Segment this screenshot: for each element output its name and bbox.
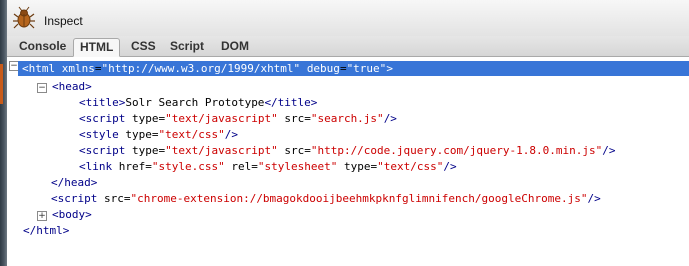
attr-value: "http://www.w3.org/1999/xhtml" — [101, 62, 301, 75]
tab-html[interactable]: HTML — [73, 38, 121, 57]
tag-name: html — [28, 62, 56, 75]
inspect-button[interactable]: Inspect — [44, 14, 83, 28]
desktop-edge — [0, 0, 7, 266]
title-text: Solr Search Prototype — [125, 96, 265, 109]
expand-body-toggle-icon[interactable]: + — [37, 211, 47, 221]
tab-console[interactable]: Console — [13, 38, 72, 55]
tree-node-title[interactable]: <title>Solr Search Prototype</title> — [79, 95, 317, 110]
tree-node-script-jquery[interactable]: <script type="text/javascript" src="http… — [79, 143, 615, 158]
tab-css[interactable]: CSS — [125, 38, 162, 55]
tab-dom[interactable]: DOM — [215, 38, 255, 55]
tree-node-body[interactable]: <body> — [52, 207, 92, 222]
attr-value: "true" — [346, 62, 387, 75]
html-tree-panel: − <html xmlns="http://www.w3.org/1999/xh… — [7, 57, 689, 266]
tree-node-link[interactable]: <link href="style.css" rel="stylesheet" … — [79, 159, 457, 174]
firebug-bug-icon[interactable] — [12, 6, 36, 30]
tree-node-head-close: </head> — [51, 176, 98, 189]
tree-node-script-extension[interactable]: <script src="chrome-extension://bmagokdo… — [51, 191, 601, 206]
panel-tabs: Console HTML CSS Script DOM — [7, 36, 689, 57]
tab-script[interactable]: Script — [164, 38, 210, 55]
firebug-window: Inspect Console HTML CSS Script DOM − <h… — [0, 0, 689, 266]
collapse-head-toggle-icon[interactable]: − — [37, 83, 47, 93]
attr-name: debug — [306, 62, 340, 75]
attr-name: xmlns — [61, 62, 95, 75]
tree-node-head[interactable]: <head> — [52, 79, 92, 94]
desktop-accent — [0, 64, 3, 104]
tree-node-script-search[interactable]: <script type="text/javascript" src="sear… — [79, 111, 397, 126]
tree-node-html[interactable]: <html xmlns="http://www.w3.org/1999/xhtm… — [18, 61, 689, 76]
tree-node-style[interactable]: <style type="text/css"/> — [79, 127, 238, 142]
toolbar: Inspect — [7, 0, 689, 37]
tree-node-html-close: </html> — [23, 224, 70, 237]
